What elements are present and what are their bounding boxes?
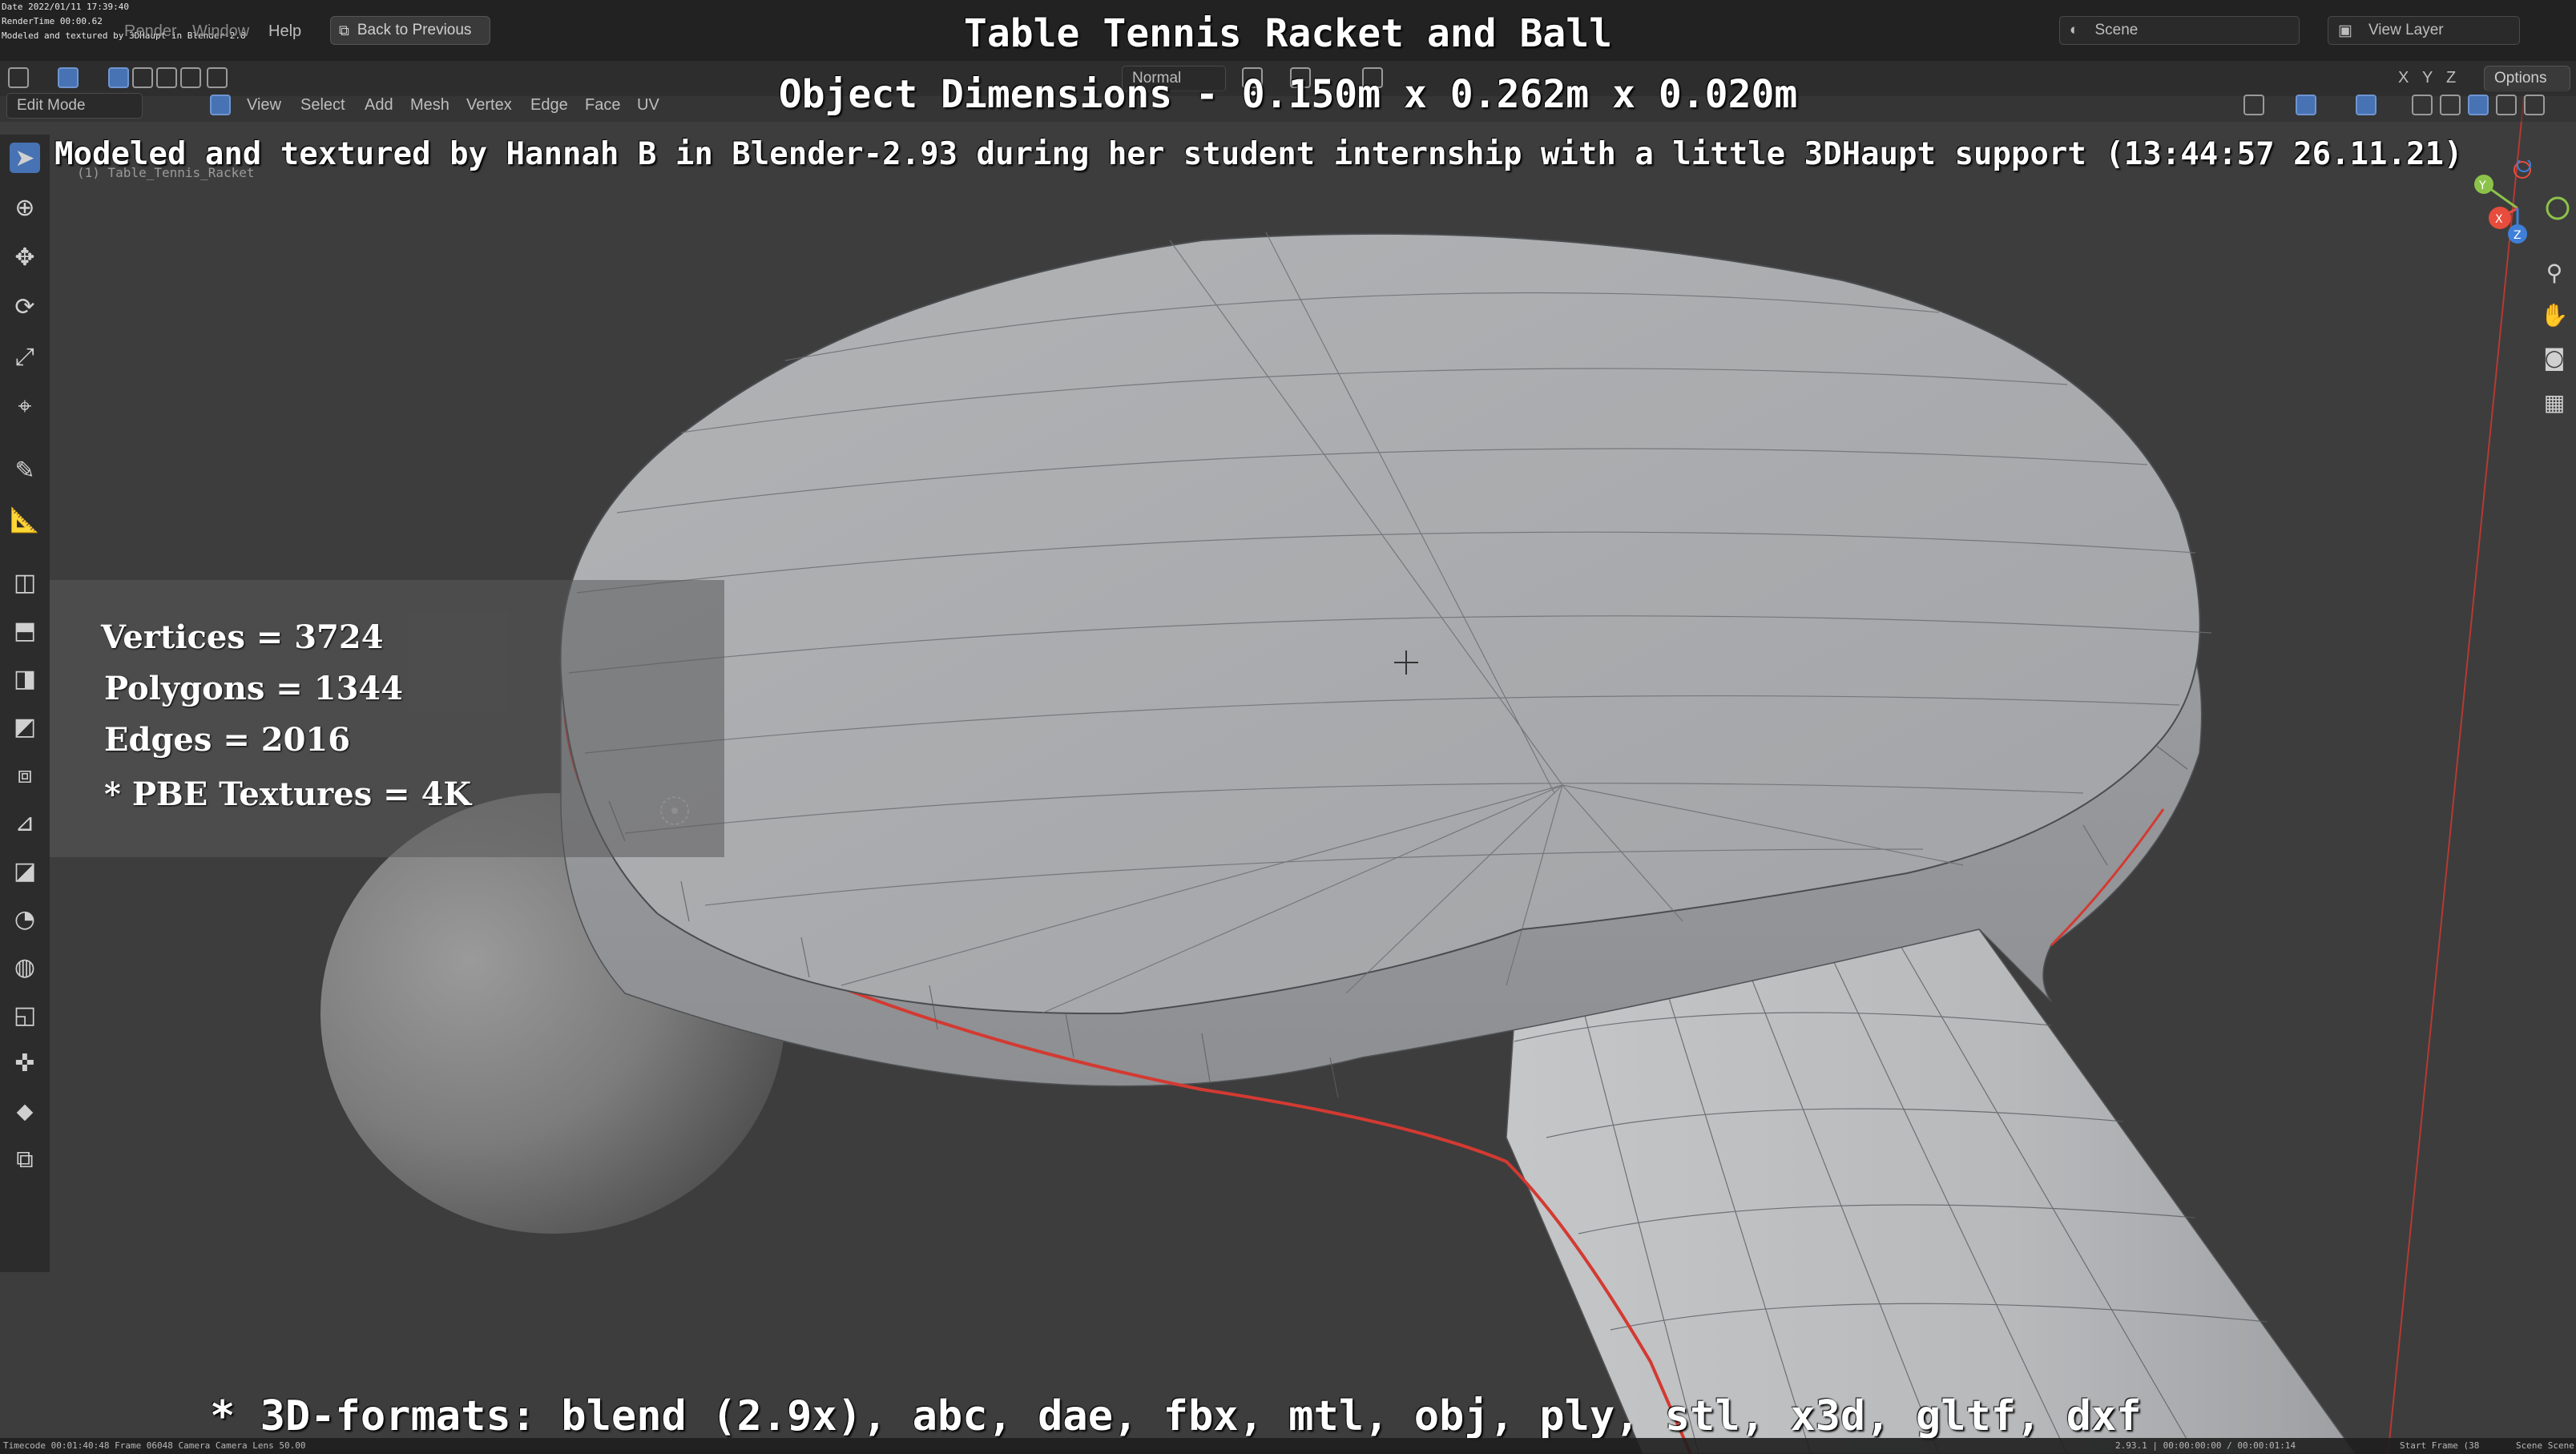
rip-region-icon[interactable]: ⧉ [10,1144,40,1174]
navigation-gizmo[interactable]: Y X Z [2452,160,2576,256]
zoom-icon[interactable]: ⚲ [2540,258,2569,287]
axis-line [2388,96,2525,1454]
stat-textures: * PBE Textures = 4K [104,775,472,813]
extrude-icon[interactable]: ⬒ [10,615,40,646]
inset-icon[interactable]: ◨ [10,663,40,694]
status-timecode: Timecode 00:01:40:48 Frame 06048 Camera … [3,1440,306,1451]
stat-edges: Edges = 2016 [104,721,351,759]
transform-icon[interactable]: ⌖ [10,391,40,421]
bevel-icon[interactable]: ◩ [10,711,40,742]
camera-icon[interactable]: ◙ [2540,343,2569,372]
3d-cursor-icon [1394,650,1418,675]
gizmo-x-label: X [2495,213,2503,226]
rotate-icon[interactable]: ⟳ [10,292,40,322]
move-icon[interactable]: ✥ [10,242,40,272]
poly-build-icon[interactable]: ◪ [10,856,40,886]
spin-icon[interactable]: ◔ [10,904,40,934]
pan-hand-icon[interactable]: ✋ [2540,300,2569,329]
toolbar: ➤ ⊕ ✥ ⟳ ⤢ ⌖ ✎ 📐 ◫ ⬒ ◨ ◩ ⧈ ⊿ ◪ ◔ ◍ ◱ ✜ ⬥ … [0,135,50,1272]
shear-icon[interactable]: ⬥ [10,1096,40,1126]
shrink-fatten-icon[interactable]: ✜ [10,1048,40,1078]
status-version: 2.93.1 | 00:00:00:00 / 00:00:01:14 [2115,1440,2296,1451]
annotate-icon[interactable]: ✎ [10,455,40,485]
object-dimensions: Object Dimensions - 0.150m x 0.262m x 0.… [778,72,1798,117]
3d-cursor-tool-icon[interactable]: ⊕ [10,192,40,223]
knife-icon[interactable]: ⊿ [10,808,40,838]
page-title: Table Tennis Racket and Ball [963,11,1613,56]
loop-cut-icon[interactable]: ⧈ [10,759,40,790]
cursor-arrow-icon[interactable]: ➤ [10,143,40,173]
measure-icon[interactable]: 📐 [10,505,40,535]
edge-slide-icon[interactable]: ◱ [10,1000,40,1030]
stat-polygons: Polygons = 1344 [104,670,404,707]
gizmo-y-label: Y [2478,179,2486,192]
smooth-icon[interactable]: ◍ [10,952,40,982]
grid-icon[interactable]: ▦ [2540,388,2569,417]
add-cube-icon[interactable]: ◫ [10,567,40,598]
credit-line: Modeled and textured by Hannah B in Blen… [54,136,2463,172]
scale-icon[interactable]: ⤢ [10,341,40,372]
stat-vertices: Vertices = 3724 [101,618,384,656]
status-start-frame: Start Frame (38 [2400,1440,2480,1451]
gizmo-z-label: Z [2514,229,2522,242]
status-scene: Scene Scene [2516,1440,2574,1451]
formats-line: * 3D-formats: blend (2.9x), abc, dae, fb… [210,1392,2142,1440]
